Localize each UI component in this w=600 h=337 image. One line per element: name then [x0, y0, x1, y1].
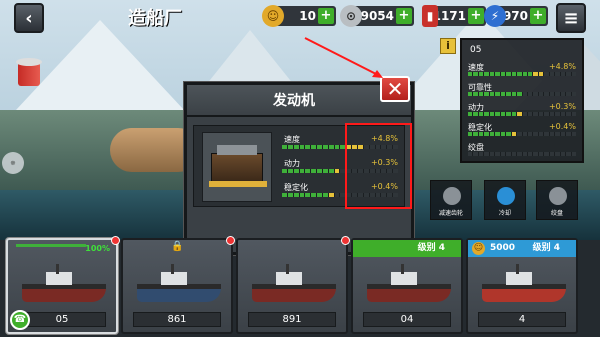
top-bar: ‹ 造船厂 ☺ 10 + ⊙ 9054 + ▮ 1171 + ⚡ 970 + ≡ — [0, 0, 600, 34]
ship-card[interactable]: 级别 4 04 — [351, 238, 463, 334]
silver-value: 9054 — [360, 9, 394, 23]
stat-bar — [468, 72, 577, 76]
stat-bar — [468, 112, 577, 116]
ship-name: 861 — [133, 312, 221, 327]
coin-icon: ☺ — [262, 5, 284, 27]
page-title: 造船厂 — [128, 8, 182, 29]
ship-part-button[interactable]: 减速齿轮 — [430, 180, 472, 220]
notification-dot — [226, 236, 235, 245]
add-fuel-button[interactable]: + — [468, 8, 484, 24]
energy-value: 970 — [502, 9, 528, 23]
ship-image — [246, 264, 342, 310]
ship-part-button[interactable]: 冷却 — [484, 180, 526, 220]
lock-icon: 🔒 — [171, 241, 184, 252]
ship-name: 05 — [18, 312, 106, 327]
engine-icon — [202, 132, 272, 202]
silver-icon: ⊙ — [340, 5, 362, 27]
close-icon: ✕ — [386, 77, 404, 101]
price-value: 5000 — [490, 243, 516, 253]
part-icon — [497, 187, 515, 205]
notification-dot — [341, 236, 350, 245]
stat-bonus: +4.8% — [548, 62, 576, 71]
add-coins-button[interactable]: + — [318, 8, 334, 24]
ship-image — [476, 264, 572, 310]
coins-value: 10 — [299, 9, 316, 23]
part-label: 冷却 — [498, 210, 511, 217]
notification-dot — [111, 236, 120, 245]
ship-card[interactable]: 5000 ☺ 级别 4 4 — [466, 238, 578, 334]
hamburger-icon: ≡ — [563, 7, 579, 29]
ship-name: 891 — [248, 312, 336, 327]
part-label: 绞盘 — [550, 210, 563, 217]
modal-title: 发动机 — [187, 85, 411, 117]
progress-bar — [16, 244, 86, 247]
ship-id: 05 — [470, 45, 482, 55]
part-label: 减速齿轮 — [438, 210, 463, 217]
ship-image — [361, 264, 457, 310]
fuel-counter: ▮ 1171 + — [422, 5, 486, 27]
add-silver-button[interactable]: + — [396, 8, 412, 24]
modal-stat-label: 速度 — [284, 135, 300, 144]
steering-wheel-icon[interactable]: ☸ — [2, 152, 24, 174]
ship-name: 04 — [363, 312, 451, 327]
phone-icon[interactable]: ☎ — [10, 310, 30, 330]
lightning-icon: ⚡ — [484, 5, 506, 27]
card-header: 5000 ☺ 级别 4 — [468, 240, 576, 257]
coin-icon: ☺ — [472, 242, 485, 255]
part-icon — [549, 187, 567, 205]
menu-button[interactable]: ≡ — [556, 3, 586, 33]
back-arrow-icon: ‹ — [25, 7, 33, 29]
card-header: 级别 4 — [353, 240, 461, 257]
stat-bar — [468, 152, 577, 156]
progress-label: 100% — [85, 244, 110, 253]
energy-counter: ⚡ 970 + — [484, 5, 548, 27]
paint-bucket-icon[interactable] — [14, 56, 44, 88]
add-energy-button[interactable]: + — [530, 8, 546, 24]
ship-card[interactable]: 100% 05 ☎ — [6, 236, 120, 334]
close-button[interactable]: ✕ — [380, 76, 410, 102]
info-icon[interactable]: i — [440, 38, 456, 54]
modal-stat-label: 动力 — [284, 159, 300, 168]
level-label: 级别 4 — [532, 243, 560, 253]
fuel-can-icon: ▮ — [422, 5, 438, 27]
ship-card[interactable]: 891 — [236, 236, 350, 334]
modal-stat-label: 稳定化 — [284, 183, 308, 192]
stat-bar — [468, 132, 577, 136]
ship-part-button[interactable]: 绞盘 — [536, 180, 578, 220]
highlight-box — [345, 123, 412, 209]
stat-bonus: +0.3% — [548, 102, 576, 111]
coins-counter: ☺ 10 + — [262, 5, 336, 27]
ship-image — [16, 264, 112, 310]
stat-bar — [468, 92, 577, 96]
silver-counter: ⊙ 9054 + — [340, 5, 414, 27]
ship-stats-panel: 05 速度 +4.8% 可靠性 动力 +0.3% 稳定化 +0.4% 绞盘 — [460, 38, 584, 163]
ship-image — [131, 264, 227, 310]
stat-bonus: +0.4% — [548, 122, 576, 131]
ship-name: 4 — [478, 312, 566, 327]
ship-card[interactable]: 🔒 861 — [121, 236, 235, 334]
part-icon — [443, 187, 461, 205]
back-button[interactable]: ‹ — [14, 3, 44, 33]
